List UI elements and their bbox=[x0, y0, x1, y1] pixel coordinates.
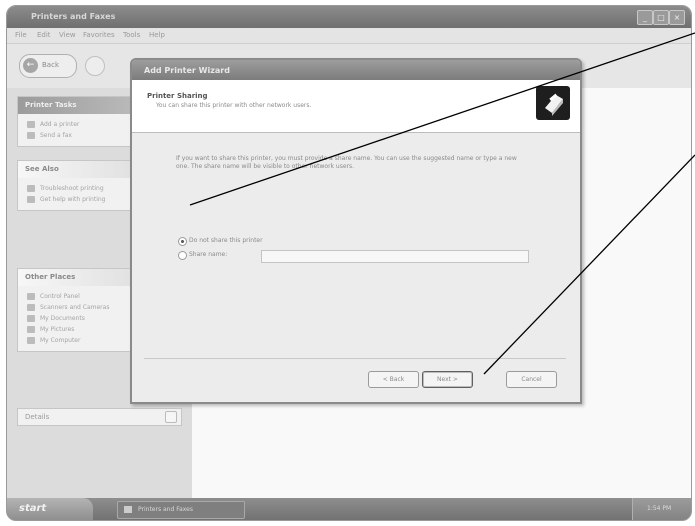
callout-lines bbox=[189, 32, 695, 375]
callout-line-next-button bbox=[483, 154, 695, 375]
callout-line-share-option bbox=[189, 32, 695, 206]
